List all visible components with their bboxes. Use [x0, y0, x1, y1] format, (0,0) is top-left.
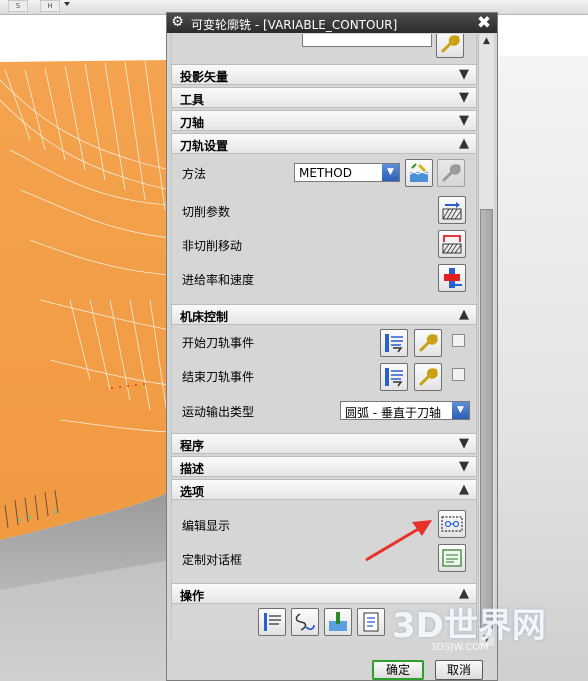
custom-dialog-button[interactable]	[438, 544, 466, 572]
dialog-content: 投影矢量 ▼ 工具 ▼ 刀轴 ▼ 刀轨设置 ▲ 方法 METHOD ▼ 切削参数…	[171, 34, 477, 640]
end-events-checkbox[interactable]	[452, 368, 465, 381]
motion-output-label: 运动输出类型	[182, 405, 255, 419]
verify-icon	[329, 612, 347, 631]
variable-contour-dialog: ⚙ 可变轮廓铣 - [VARIABLE_CONTOUR] ✖ 投影矢量 ▼ 工具…	[166, 12, 498, 681]
feeds-speeds-label: 进给率和速度	[182, 273, 255, 287]
wrench-button-top[interactable]	[436, 34, 464, 58]
chevron-up-icon[interactable]: ▲	[456, 136, 472, 152]
verify-button[interactable]	[324, 608, 352, 636]
cancel-button[interactable]: 取消	[435, 660, 483, 680]
dialog-title-bar[interactable]: ⚙ 可变轮廓铣 - [VARIABLE_CONTOUR] ✖	[167, 13, 497, 33]
end-events-button[interactable]	[380, 363, 408, 391]
section-tool-path-settings[interactable]: 刀轨设置 ▲	[171, 133, 477, 154]
scroll-thumb[interactable]	[480, 209, 493, 629]
toolbar-button-2[interactable]: H	[40, 0, 60, 12]
non-cut-moves-icon	[442, 235, 462, 254]
custom-dialog-label: 定制对话框	[182, 553, 243, 567]
section-tool-axis[interactable]: 刀轴 ▼	[171, 110, 477, 131]
section-program[interactable]: 程序 ▼	[171, 433, 477, 454]
non-cut-moves-label: 非切削移动	[182, 239, 243, 253]
gear-icon[interactable]: ⚙	[170, 15, 185, 30]
non-cut-moves-button[interactable]	[438, 230, 466, 258]
machine-control-body: 开始刀轨事件 结束刀轨事件 运动输出类型 圆弧 - 垂直于刀轴 ▼	[171, 325, 477, 433]
tool-path-settings-body: 方法 METHOD ▼ 切削参数 非切削移动 进给率和速度	[171, 154, 477, 302]
start-events-label: 开始刀轨事件	[182, 336, 255, 350]
scroll-up-icon[interactable]: ▲	[479, 34, 494, 48]
end-events-wrench-button[interactable]	[414, 363, 442, 391]
start-events-checkbox[interactable]	[452, 334, 465, 347]
list-button[interactable]	[357, 608, 385, 636]
chevron-down-icon[interactable]: ▼	[456, 459, 472, 475]
wrench-icon	[441, 35, 460, 53]
wrench-icon	[442, 164, 461, 182]
end-events-label: 结束刀轨事件	[182, 370, 255, 384]
feeds-speeds-icon	[444, 268, 462, 288]
chevron-up-icon[interactable]: ▲	[456, 482, 472, 498]
chevron-down-icon[interactable]: ▼	[456, 67, 472, 83]
close-button[interactable]: ✖	[475, 14, 493, 32]
list-icon	[363, 612, 379, 632]
chevron-down-icon[interactable]: ▼	[452, 402, 469, 419]
options-body: 编辑显示 定制对话框	[171, 500, 477, 583]
generate-button[interactable]	[258, 608, 286, 636]
dialog-scrollbar[interactable]: ▲ ▼	[478, 34, 494, 646]
toolbar-button-1[interactable]: S	[8, 0, 28, 12]
cut-params-button[interactable]	[438, 196, 466, 224]
chevron-down-icon[interactable]: ▼	[382, 164, 399, 181]
tool-path-event-icon	[385, 334, 403, 353]
chevron-down-icon[interactable]: ▼	[456, 90, 472, 106]
tool-path-event-icon	[385, 368, 403, 387]
section-description[interactable]: 描述 ▼	[171, 456, 477, 477]
ok-button[interactable]: 确定	[372, 660, 424, 680]
edit-display-icon	[441, 516, 463, 532]
wrench-icon	[419, 334, 438, 352]
method-wrench-button[interactable]	[437, 159, 465, 187]
replay-icon	[295, 613, 315, 631]
section-projection-vector[interactable]: 投影矢量 ▼	[171, 64, 477, 85]
method-select[interactable]: METHOD ▼	[294, 163, 400, 182]
motion-output-select[interactable]: 圆弧 - 垂直于刀轴 ▼	[340, 401, 470, 420]
chevron-up-icon[interactable]: ▲	[456, 307, 472, 323]
edit-display-label: 编辑显示	[182, 519, 231, 533]
chevron-down-icon[interactable]	[64, 2, 70, 6]
chevron-down-icon[interactable]: ▼	[456, 436, 472, 452]
top-partial-field[interactable]	[302, 34, 432, 47]
method-edit-button[interactable]	[405, 159, 433, 187]
section-tool[interactable]: 工具 ▼	[171, 87, 477, 108]
method-label: 方法	[182, 167, 207, 181]
watermark-logo: 3D世界网	[392, 606, 546, 646]
watermark-url: 3DSJW.COM	[430, 642, 489, 653]
top-partial-row	[171, 34, 477, 64]
feeds-speeds-button[interactable]	[438, 264, 466, 292]
part-surface	[0, 60, 170, 540]
cut-params-label: 切削参数	[182, 205, 231, 219]
method-edit-icon	[409, 163, 429, 182]
generate-icon	[264, 613, 281, 631]
section-options[interactable]: 选项 ▲	[171, 479, 477, 500]
chevron-down-icon[interactable]: ▼	[456, 113, 472, 129]
replay-button[interactable]	[291, 608, 319, 636]
custom-dialog-icon	[442, 549, 462, 567]
edit-display-button[interactable]	[438, 510, 466, 538]
start-events-button[interactable]	[380, 329, 408, 357]
section-machine-control[interactable]: 机床控制 ▲	[171, 304, 477, 325]
dialog-title: 可变轮廓铣 - [VARIABLE_CONTOUR]	[191, 18, 398, 32]
start-events-wrench-button[interactable]	[414, 329, 442, 357]
cut-params-icon	[442, 202, 462, 220]
wrench-icon	[419, 368, 438, 386]
